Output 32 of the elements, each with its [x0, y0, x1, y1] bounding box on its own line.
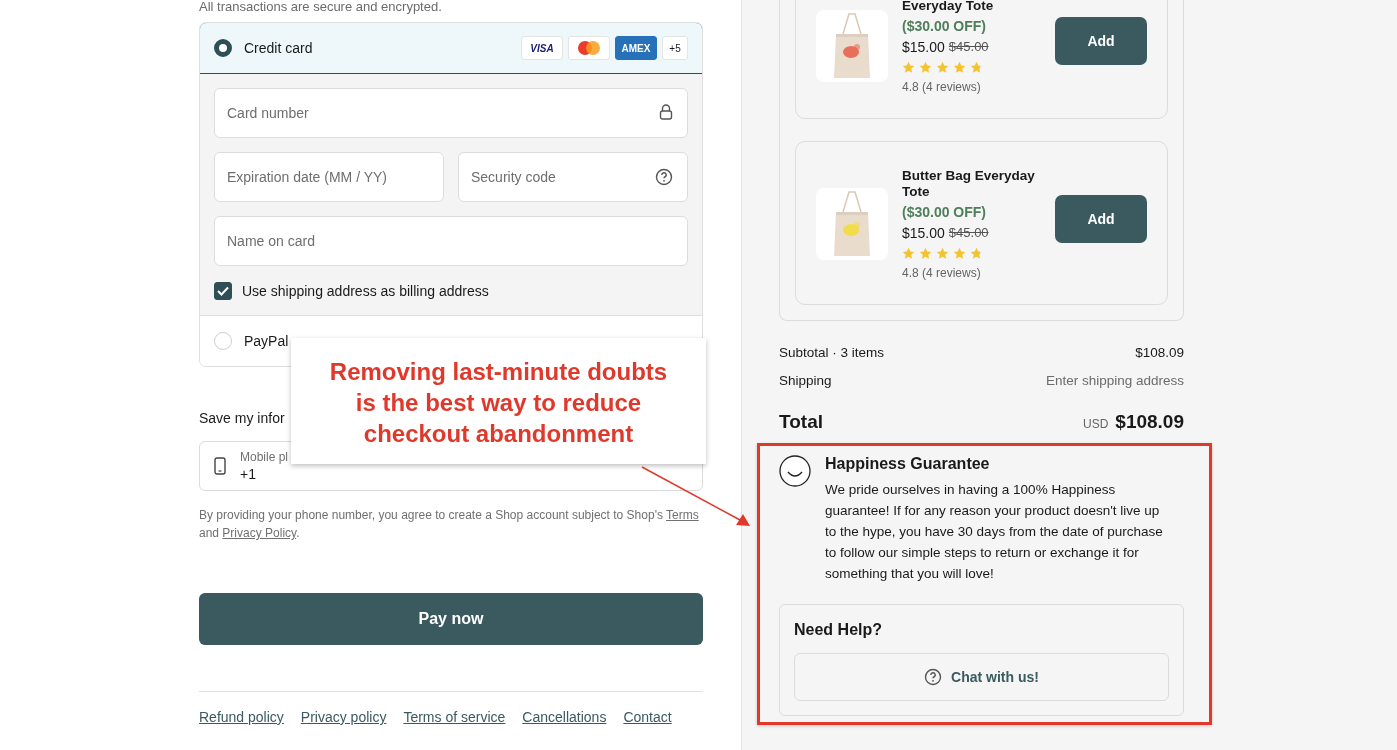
help-title: Need Help? — [794, 621, 883, 639]
summary-value: $108.09 — [1135, 345, 1184, 362]
discount-text: ($30.00 OFF) — [902, 204, 988, 220]
price: $15.00 — [902, 225, 945, 241]
callout-tooltip: Removing last-minute doubts is the best way to reduce checkout abandonment — [291, 338, 706, 464]
old-price: $45.00 — [948, 39, 989, 55]
summary-label: Subtotal · 3 items — [779, 345, 885, 362]
section-label: Save my infor — [199, 410, 286, 426]
product-name: Everyday Tote — [902, 0, 995, 14]
summary-value: Enter shipping address — [1045, 373, 1184, 390]
secure-note: All transactions are secure and encrypted. — [199, 0, 443, 14]
product-name: Butter Bag Everyday Tote — [902, 168, 1036, 200]
discount-text: ($30.00 OFF) — [902, 18, 988, 34]
review-count: 4.8 (4 reviews) — [902, 80, 982, 94]
field-label: Mobile pl — [240, 450, 290, 464]
review-count: 4.8 (4 reviews) — [902, 266, 982, 280]
payment-method-label: PayPal — [244, 333, 290, 349]
guarantee-text: We pride ourselves in having a 100% Happiness guarantee! If for any reason your product doesn't live up to the hype, you have 30 days from the date of purchase to follow our simple steps to return or exchange it for something that you will love! — [825, 481, 1164, 583]
total-label: Total — [779, 411, 823, 433]
legal-text: By providing your phone number, you agree to create a Shop account subject to Shop's Terms and Privacy Policy. — [199, 507, 700, 542]
currency-label: USD — [1082, 417, 1109, 431]
payment-method-label: Credit card — [244, 40, 314, 56]
total-value: $108.09 — [1115, 411, 1184, 432]
guarantee-title: Happiness Guarantee — [825, 455, 991, 473]
field-value: +1 — [240, 466, 257, 482]
more-cards-badge: +5 — [662, 36, 688, 60]
summary-label: Shipping — [779, 373, 832, 390]
card-logo: AMEX — [615, 36, 657, 60]
price: $15.00 — [902, 39, 945, 55]
old-price: $45.00 — [948, 225, 989, 241]
card-logo: VISA — [521, 36, 563, 60]
checkbox-label: Use shipping address as billing address — [242, 283, 489, 299]
